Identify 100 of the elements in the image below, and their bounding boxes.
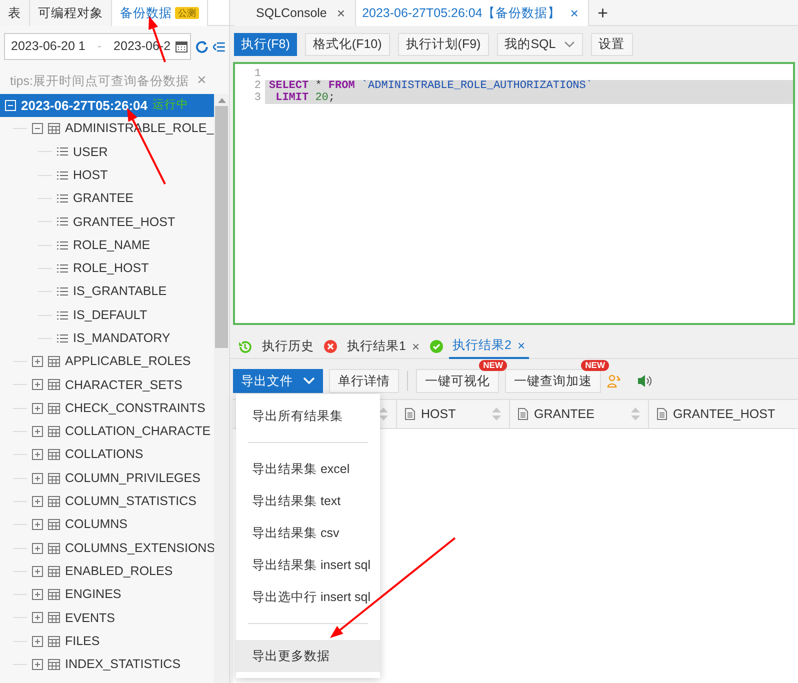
menu-item[interactable]: 导出选中行 insert sql (236, 581, 380, 613)
expand-icon[interactable] (32, 379, 43, 390)
table-item[interactable]: APPLICABLE_ROLES (65, 352, 191, 372)
column-icon (57, 334, 68, 343)
document-icon (405, 408, 415, 420)
new-badge: NEW (479, 360, 507, 371)
beta-badge: 公测 (175, 7, 199, 19)
editor-tab[interactable]: 2023-06-27T05:26:04【备份数据】 × (356, 0, 590, 26)
new-badge: NEW (581, 360, 609, 371)
close-icon[interactable]: × (518, 336, 526, 356)
column-item[interactable]: USER (73, 142, 108, 162)
expand-icon[interactable] (32, 589, 43, 600)
table-item[interactable]: ENGINES (65, 585, 122, 604)
panel-tab[interactable]: 表 (0, 0, 30, 26)
speaker-icon[interactable] (637, 374, 653, 388)
collapse-icon[interactable] (32, 123, 43, 134)
expand-icon[interactable] (32, 659, 43, 670)
close-icon[interactable]: × (336, 2, 346, 24)
new-tab-button[interactable]: + (589, 0, 616, 25)
menu-item[interactable]: 导出结果集 excel (236, 453, 380, 485)
chevron-down-icon (303, 377, 315, 385)
document-icon (518, 408, 528, 420)
table-item[interactable]: COLUMN_STATISTICS (65, 492, 196, 511)
expand-icon[interactable] (32, 519, 43, 530)
toolbar-button[interactable]: 执行计划(F9) (398, 32, 489, 56)
error-icon (324, 340, 337, 353)
column-item[interactable]: IS_GRANTABLE (73, 282, 167, 302)
column-icon (57, 287, 68, 296)
expand-icon[interactable] (32, 542, 43, 554)
scroll-up-icon[interactable] (218, 98, 226, 103)
expand-icon[interactable] (32, 566, 43, 577)
export-dropdown-button[interactable]: 导出文件 (233, 369, 323, 393)
table-item[interactable]: COLLATION_CHARACTE (65, 422, 211, 441)
menu-item[interactable]: 导出结果集 insert sql (236, 549, 380, 581)
expand-icon[interactable] (32, 426, 43, 438)
success-icon (430, 340, 443, 353)
expand-icon[interactable] (32, 472, 43, 484)
tips-text: tips:展开时间点可查询备份数据 (10, 73, 189, 90)
result-tab[interactable]: 执行结果2 × (448, 334, 530, 358)
status-text: 运行中 (152, 98, 188, 113)
backup-point-item[interactable]: 2023-06-27T05:26:04 (21, 96, 148, 116)
table-icon (48, 379, 60, 390)
table-item[interactable]: COLLATIONS (65, 445, 144, 464)
column-item[interactable]: ROLE_NAME (73, 236, 150, 255)
table-icon (48, 426, 60, 438)
column-item[interactable]: ROLE_HOST (73, 259, 149, 278)
table-icon (48, 612, 60, 624)
toolbar-button[interactable]: 设置 (590, 32, 633, 56)
toolbar-button[interactable]: 一键可视化 (416, 369, 499, 393)
column-icon (57, 240, 68, 250)
sql-editor[interactable]: 1 2 3 SELECT * FROM `ADMINISTRABLE_ROLE_AUTHORIZATIONS` LIMIT 20; (233, 62, 795, 325)
table-item[interactable]: COLUMN_PRIVILEGES (65, 468, 200, 488)
toolbar-button[interactable]: 一键查询加速 (505, 369, 601, 393)
column-item[interactable]: GRANTEE (73, 189, 134, 208)
column-item[interactable]: HOST (73, 166, 108, 185)
panel-tab[interactable]: 可编程对象 (30, 0, 112, 26)
table-item[interactable]: CHARACTER_SETS (65, 376, 182, 394)
close-icon[interactable]: × (412, 336, 420, 356)
expand-icon[interactable] (32, 496, 43, 507)
table-icon (48, 659, 60, 670)
scrollbar-thumb[interactable] (215, 106, 228, 348)
column-item[interactable]: IS_MANDATORY (73, 328, 170, 348)
table-item[interactable]: INDEX_STATISTICS (65, 655, 181, 674)
panel-tab[interactable]: 备份数据 公测 (112, 0, 208, 26)
toolbar-button[interactable]: 单行详情 (329, 369, 399, 393)
refresh-icon[interactable] (195, 40, 210, 54)
table-item[interactable]: FILES (65, 632, 100, 651)
menu-item[interactable]: 导出结果集 text (236, 485, 380, 517)
column-header: GRANTEE (534, 406, 594, 423)
expand-icon[interactable] (32, 636, 43, 647)
table-icon (48, 449, 60, 460)
expand-icon[interactable] (32, 612, 43, 624)
column-icon (57, 194, 68, 204)
list-icon[interactable] (213, 40, 226, 52)
table-item[interactable]: CHECK_CONSTRAINTS (65, 398, 206, 418)
result-tab[interactable]: 执行结果1 × (343, 334, 424, 358)
editor-tab[interactable]: SQLConsole × (234, 0, 356, 26)
table-item[interactable]: COLUMNS (65, 515, 128, 534)
column-icon (57, 264, 68, 273)
menu-item[interactable]: 导出所有结果集 (236, 400, 380, 432)
column-item[interactable]: IS_DEFAULT (73, 306, 148, 324)
expand-icon[interactable] (32, 356, 43, 368)
result-tab[interactable]: 执行历史 (258, 334, 318, 358)
table-icon (48, 402, 60, 414)
dropdown-button[interactable]: 我的SQL (496, 32, 583, 56)
column-icon (57, 170, 68, 180)
column-header: GRANTEE_HOST (673, 406, 776, 423)
expand-icon[interactable] (32, 449, 43, 460)
table-icon (48, 566, 60, 577)
chevron-down-icon (564, 40, 575, 48)
close-icon[interactable]: × (570, 2, 578, 24)
expand-icon[interactable] (32, 402, 43, 414)
menu-item[interactable]: 导出更多数据 (236, 640, 380, 672)
toolbar-button[interactable]: 执行(F8) (234, 32, 297, 56)
toolbar-button[interactable]: 格式化(F10) (304, 32, 390, 56)
menu-item[interactable]: 导出结果集 csv (236, 517, 380, 549)
column-icon (57, 310, 68, 320)
column-item[interactable]: GRANTEE_HOST (73, 212, 176, 232)
table-item[interactable]: ENABLED_ROLES (65, 562, 173, 581)
table-item[interactable]: EVENTS (65, 608, 116, 628)
